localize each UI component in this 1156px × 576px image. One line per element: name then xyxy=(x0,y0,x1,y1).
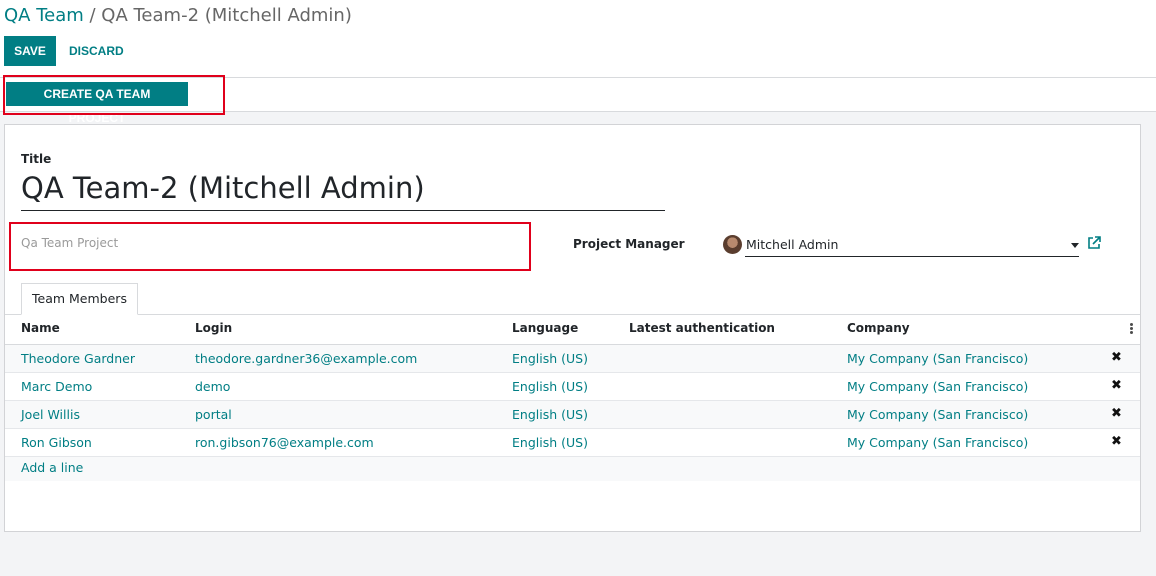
cell-language[interactable]: English (US) xyxy=(512,407,588,422)
delete-row-icon[interactable]: ✖ xyxy=(1111,406,1123,421)
column-header-name[interactable]: Name xyxy=(21,321,60,335)
tab-team-members[interactable]: Team Members xyxy=(21,283,138,315)
add-line-row: Add a line xyxy=(5,457,1140,481)
save-button[interactable]: Save xyxy=(4,36,56,66)
column-header-language[interactable]: Language xyxy=(512,321,578,335)
cell-login[interactable]: ron.gibson76@example.com xyxy=(195,435,374,450)
delete-row-icon[interactable]: ✖ xyxy=(1111,350,1123,365)
cell-login[interactable]: portal xyxy=(195,407,232,422)
control-panel: QA Team / QA Team-2 (Mitchell Admin) Sav… xyxy=(0,0,1156,78)
column-header-login[interactable]: Login xyxy=(195,321,232,335)
discard-button[interactable]: Discard xyxy=(59,36,134,66)
table-row[interactable]: Ron Gibson ron.gibson76@example.com Engl… xyxy=(5,429,1140,457)
cell-company[interactable]: My Company (San Francisco) xyxy=(847,435,1028,450)
breadcrumb: QA Team / QA Team-2 (Mitchell Admin) xyxy=(4,4,352,28)
cell-language[interactable]: English (US) xyxy=(512,351,588,366)
avatar xyxy=(723,235,742,254)
cell-name[interactable]: Theodore Gardner xyxy=(21,351,135,366)
statusbar: Create QA Team Project xyxy=(0,78,1156,125)
cell-login[interactable]: demo xyxy=(195,379,230,394)
cell-name[interactable]: Marc Demo xyxy=(21,379,92,394)
create-qa-team-project-button[interactable]: Create QA Team Project xyxy=(6,82,188,125)
external-link-icon[interactable] xyxy=(1087,236,1101,250)
breadcrumb-current: QA Team-2 (Mitchell Admin) xyxy=(101,5,352,26)
project-manager-select[interactable]: Mitchell Admin xyxy=(745,235,1079,257)
title-input[interactable]: QA Team-2 (Mitchell Admin) xyxy=(21,169,665,211)
chevron-down-icon[interactable] xyxy=(1071,243,1079,248)
project-manager-label: Project Manager xyxy=(573,237,685,251)
cell-company[interactable]: My Company (San Francisco) xyxy=(847,407,1028,422)
delete-row-icon[interactable]: ✖ xyxy=(1111,434,1123,449)
cell-name[interactable]: Joel Willis xyxy=(21,407,80,422)
column-header-company[interactable]: Company xyxy=(847,321,910,335)
breadcrumb-separator: / xyxy=(83,5,102,26)
form-sheet: Title QA Team-2 (Mitchell Admin) Qa Team… xyxy=(4,124,1141,532)
table-row[interactable]: Joel Willis portal English (US) My Compa… xyxy=(5,401,1140,429)
cell-language[interactable]: English (US) xyxy=(512,379,588,394)
project-manager-value: Mitchell Admin xyxy=(746,237,839,252)
cell-company[interactable]: My Company (San Francisco) xyxy=(847,379,1028,394)
delete-row-icon[interactable]: ✖ xyxy=(1111,378,1123,393)
add-line-link[interactable]: Add a line xyxy=(21,460,83,475)
title-label: Title xyxy=(21,152,52,166)
table-row[interactable]: Theodore Gardner theodore.gardner36@exam… xyxy=(5,345,1140,373)
cell-name[interactable]: Ron Gibson xyxy=(21,435,92,450)
cell-login[interactable]: theodore.gardner36@example.com xyxy=(195,351,417,366)
qa-team-project-field[interactable]: Qa Team Project xyxy=(21,236,118,250)
cell-company[interactable]: My Company (San Francisco) xyxy=(847,351,1028,366)
breadcrumb-parent-link[interactable]: QA Team xyxy=(4,5,84,26)
cell-language[interactable]: English (US) xyxy=(512,435,588,450)
tab-divider xyxy=(5,314,1140,315)
optional-columns-icon[interactable] xyxy=(1130,323,1134,335)
table-row[interactable]: Marc Demo demo English (US) My Company (… xyxy=(5,373,1140,401)
column-header-latest-authentication[interactable]: Latest authentication xyxy=(629,321,775,335)
